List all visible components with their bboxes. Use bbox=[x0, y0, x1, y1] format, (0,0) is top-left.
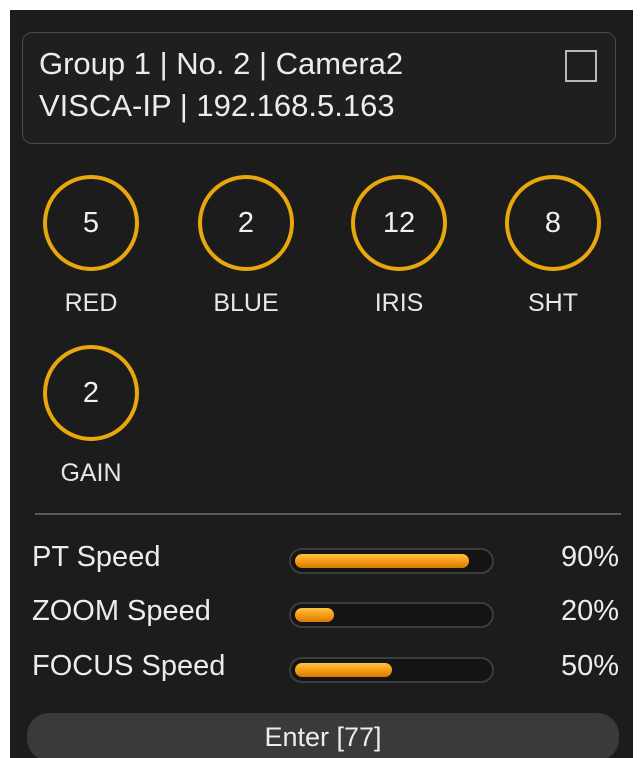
camera-info-header: Group 1 | No. 2 | Camera2 VISCA-IP | 192… bbox=[22, 32, 616, 144]
camera-title: Group 1 | No. 2 | Camera2 bbox=[39, 46, 404, 81]
knob-gain-label: GAIN bbox=[60, 459, 122, 487]
zoom-speed-fill bbox=[295, 608, 334, 622]
focus-speed-label: FOCUS Speed bbox=[32, 650, 226, 682]
section-divider bbox=[35, 513, 621, 515]
knob-blue-label: BLUE bbox=[213, 289, 279, 317]
knob-iris-ring[interactable]: 12 bbox=[351, 175, 447, 271]
focus-speed-value: 50% bbox=[560, 650, 619, 682]
camera-connection: VISCA-IP | 192.168.5.163 bbox=[39, 88, 395, 123]
speed-row-focus: FOCUS Speed 50% bbox=[10, 647, 633, 687]
speed-row-zoom: ZOOM Speed 20% bbox=[10, 592, 633, 632]
pt-speed-slider[interactable] bbox=[289, 548, 494, 574]
enter-button[interactable]: Enter [77] bbox=[27, 713, 619, 758]
knob-red-ring[interactable]: 5 bbox=[43, 175, 139, 271]
knob-red[interactable]: 5 RED bbox=[36, 175, 146, 317]
zoom-speed-value: 20% bbox=[560, 595, 619, 627]
knob-sht-label: SHT bbox=[528, 289, 578, 317]
knob-blue[interactable]: 2 BLUE bbox=[191, 175, 301, 317]
knob-red-label: RED bbox=[64, 289, 118, 317]
knob-gain[interactable]: 2 GAIN bbox=[36, 345, 146, 487]
pt-speed-value: 90% bbox=[560, 541, 619, 573]
zoom-speed-label: ZOOM Speed bbox=[32, 595, 211, 627]
knob-blue-ring[interactable]: 2 bbox=[198, 175, 294, 271]
knob-gain-ring[interactable]: 2 bbox=[43, 345, 139, 441]
speed-row-pt: PT Speed 90% bbox=[10, 538, 633, 578]
pt-speed-label: PT Speed bbox=[32, 541, 161, 573]
camera-panel: Group 1 | No. 2 | Camera2 VISCA-IP | 192… bbox=[10, 10, 633, 758]
knob-iris-label: IRIS bbox=[374, 289, 424, 317]
knob-iris[interactable]: 12 IRIS bbox=[344, 175, 454, 317]
focus-speed-slider[interactable] bbox=[289, 657, 494, 683]
pt-speed-fill bbox=[295, 554, 469, 568]
focus-speed-fill bbox=[295, 663, 392, 677]
camera-select-checkbox[interactable] bbox=[565, 50, 597, 82]
knob-sht[interactable]: 8 SHT bbox=[498, 175, 608, 317]
knob-sht-ring[interactable]: 8 bbox=[505, 175, 601, 271]
zoom-speed-slider[interactable] bbox=[289, 602, 494, 628]
